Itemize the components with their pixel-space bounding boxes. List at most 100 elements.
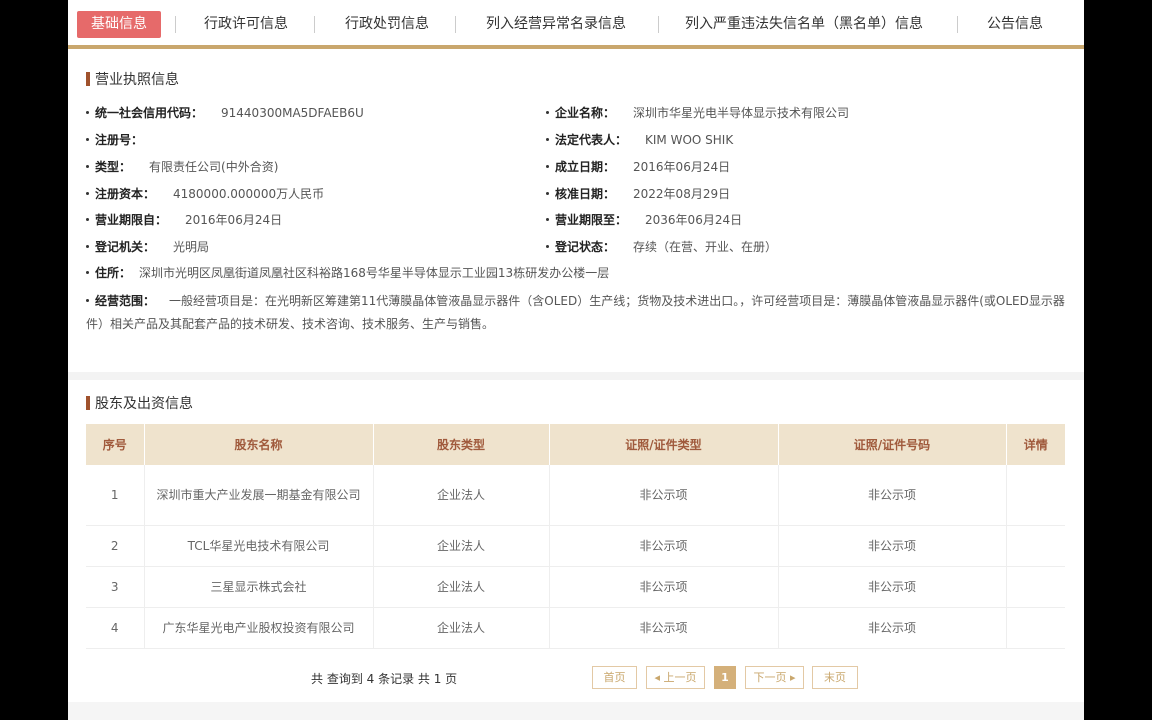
cell-index: 2 (86, 525, 145, 567)
tab-separator (314, 16, 315, 33)
field-value: 2016年06月24日 (185, 213, 283, 227)
cell-cert-type: 非公示项 (549, 607, 779, 649)
cell-type: 企业法人 (373, 465, 550, 526)
field-reg-no: 注册号： (86, 131, 161, 149)
field-label: 核准日期： (555, 187, 616, 201)
cell-type: 企业法人 (373, 525, 550, 567)
field-label: 成立日期： (555, 160, 616, 174)
tab-blacklist[interactable]: 列入严重违法失信名单（黑名单）信息 (685, 11, 923, 38)
field-label: 住所： (95, 266, 132, 280)
field-label: 注册资本： (95, 187, 156, 201)
field-term-to: 营业期限至： 2036年06月24日 (546, 211, 742, 229)
next-page-button[interactable]: 下一页 ▸ (745, 666, 804, 689)
col-header-cert-no: 证照/证件号码 (778, 424, 1007, 465)
bottom-band (68, 702, 1084, 720)
field-business-scope: 经营范围： 一般经营项目是：在光明新区筹建第11代薄膜晶体管液晶显示器件（含OLE… (86, 290, 1066, 336)
prev-page-button[interactable]: ◂ 上一页 (646, 666, 705, 689)
table-row: 1 深圳市重大产业发展一期基金有限公司 企业法人 非公示项 非公示项 (86, 465, 1065, 526)
shareholder-section-title: 股东及出资信息 (86, 395, 193, 413)
field-value: 2036年06月24日 (645, 213, 743, 227)
field-legal-rep: 法定代表人： KIM WOO SHIK (546, 131, 733, 149)
field-authority: 登记机关： 光明局 (86, 238, 209, 256)
field-term-from: 营业期限自： 2016年06月24日 (86, 211, 282, 229)
bullet-dot (546, 245, 549, 248)
cell-type: 企业法人 (373, 566, 550, 608)
page-number-button[interactable]: 1 (714, 666, 736, 689)
license-section-title: 营业执照信息 (86, 71, 179, 89)
pager-info: 共 查询到 4 条记录 共 1 页 (311, 672, 458, 686)
cell-cert-no: 非公示项 (778, 465, 1007, 526)
tab-admin-license[interactable]: 行政许可信息 (204, 11, 288, 38)
last-page-button[interactable]: 末页 (812, 666, 858, 689)
field-label: 登记机关： (95, 240, 156, 254)
field-label: 统一社会信用代码： (95, 106, 204, 120)
tab-abnormal-list[interactable]: 列入经营异常名录信息 (486, 11, 626, 38)
bullet-dot (546, 192, 549, 195)
bullet-dot (546, 165, 549, 168)
cell-detail[interactable] (1006, 566, 1065, 608)
cell-index: 4 (86, 607, 145, 649)
field-value: 深圳市光明区凤凰街道凤凰社区科裕路168号华星半导体显示工业园13栋研发办公楼一… (139, 266, 610, 280)
field-type: 类型： 有限责任公司(中外合资) (86, 158, 278, 176)
tab-separator (175, 16, 176, 33)
tab-admin-penalty[interactable]: 行政处罚信息 (345, 11, 429, 38)
cell-name: 广东华星光电产业股权投资有限公司 (144, 607, 374, 649)
bullet-dot (546, 111, 549, 114)
shareholder-table: 序号 股东名称 股东类型 证照/证件类型 证照/证件号码 详情 1 深圳市重大产… (86, 424, 1065, 649)
cell-index: 1 (86, 465, 145, 526)
field-credit-code: 统一社会信用代码： 91440300MA5DFAEB6U (86, 104, 364, 122)
bullet-dot (86, 271, 89, 274)
field-label: 经营范围： (95, 294, 156, 308)
cell-cert-no: 非公示项 (778, 525, 1007, 567)
field-value: 91440300MA5DFAEB6U (221, 106, 364, 120)
field-capital: 注册资本： 4180000.000000万人民币 (86, 185, 324, 203)
table-row: 2 TCL华星光电技术有限公司 企业法人 非公示项 非公示项 (86, 525, 1065, 567)
bullet-dot (86, 165, 89, 168)
section-marker (86, 72, 90, 86)
cell-cert-type: 非公示项 (549, 525, 779, 567)
field-value: 4180000.000000万人民币 (173, 187, 325, 201)
field-label: 企业名称： (555, 106, 616, 120)
field-label: 法定代表人： (555, 133, 628, 147)
col-header-cert-type: 证照/证件类型 (549, 424, 779, 465)
field-label: 类型： (95, 160, 132, 174)
bullet-dot (86, 111, 89, 114)
field-approval-date: 核准日期： 2022年08月29日 (546, 185, 730, 203)
field-value: 一般经营项目是：在光明新区筹建第11代薄膜晶体管液晶显示器件（含OLED）生产线… (86, 294, 1065, 331)
cell-name: 深圳市重大产业发展一期基金有限公司 (144, 465, 374, 526)
shareholder-title-text: 股东及出资信息 (95, 396, 193, 412)
cell-detail[interactable] (1006, 525, 1065, 567)
cell-detail[interactable] (1006, 607, 1065, 649)
cell-type: 企业法人 (373, 607, 550, 649)
bullet-dot (86, 245, 89, 248)
bullet-dot (546, 218, 549, 221)
tab-announcement[interactable]: 公告信息 (987, 11, 1043, 38)
section-marker (86, 396, 90, 410)
table-row: 3 三星显示株式会社 企业法人 非公示项 非公示项 (86, 566, 1065, 608)
cell-cert-type: 非公示项 (549, 566, 779, 608)
col-header-index: 序号 (86, 424, 145, 465)
field-label: 营业期限至： (555, 213, 628, 227)
cell-name: TCL华星光电技术有限公司 (144, 525, 374, 567)
section-divider (68, 372, 1084, 380)
tab-separator (957, 16, 958, 33)
tab-underline (68, 45, 1084, 49)
field-value: 存续（在营、开业、在册） (633, 240, 778, 254)
col-header-name: 股东名称 (144, 424, 374, 465)
bullet-dot (86, 138, 89, 141)
cell-index: 3 (86, 566, 145, 608)
field-value: 有限责任公司(中外合资) (149, 160, 279, 174)
main-page: 基础信息 行政许可信息 行政处罚信息 列入经营异常名录信息 列入严重违法失信名单… (68, 0, 1084, 720)
tab-separator (658, 16, 659, 33)
license-title-text: 营业执照信息 (95, 72, 179, 88)
col-header-detail: 详情 (1006, 424, 1065, 465)
field-status: 登记状态： 存续（在营、开业、在册） (546, 238, 777, 256)
first-page-button[interactable]: 首页 (592, 666, 637, 689)
field-value: 2022年08月29日 (633, 187, 731, 201)
tab-basic-info[interactable]: 基础信息 (77, 11, 161, 38)
cell-cert-no: 非公示项 (778, 566, 1007, 608)
field-value: 光明局 (173, 240, 210, 254)
table-row: 4 广东华星光电产业股权投资有限公司 企业法人 非公示项 非公示项 (86, 607, 1065, 649)
cell-name: 三星显示株式会社 (144, 566, 374, 608)
cell-detail[interactable] (1006, 465, 1065, 526)
